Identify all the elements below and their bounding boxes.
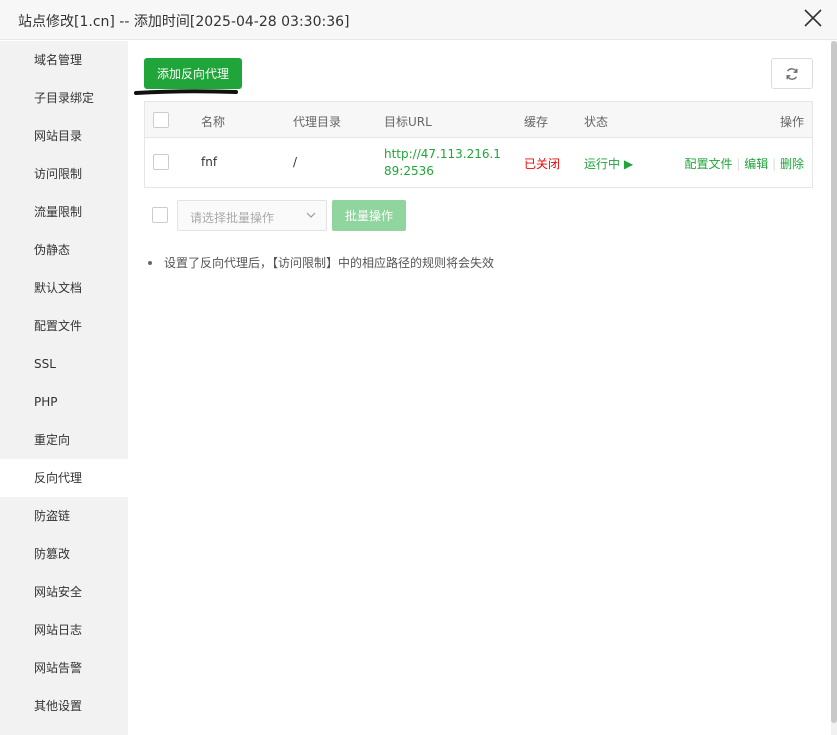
sidebar-item-other-settings[interactable]: 其他设置: [0, 687, 128, 725]
sidebar-item-traffic-limit[interactable]: 流量限制: [0, 193, 128, 231]
sidebar-item-rewrite[interactable]: 伪静态: [0, 231, 128, 269]
sidebar-item-reverse-proxy[interactable]: 反向代理: [0, 459, 128, 497]
header-name: 名称: [201, 115, 226, 129]
sidebar-item-access-limit[interactable]: 访问限制: [0, 155, 128, 193]
batch-select-all-checkbox[interactable]: [152, 207, 168, 223]
header-target-url: 目标URL: [384, 115, 432, 129]
row-target-url[interactable]: http://47.113.216.189:2536: [384, 146, 508, 180]
sidebar-item-security[interactable]: 网站安全: [0, 573, 128, 611]
batch-operation-button[interactable]: 批量操作: [332, 200, 406, 231]
chevron-down-icon: [306, 212, 316, 218]
header-status: 状态: [584, 115, 609, 129]
tip-text: 设置了反向代理后，【访问限制】中的相应路径的规则将会失效: [164, 256, 495, 270]
batch-operation-select[interactable]: 请选择批量操作: [177, 200, 327, 231]
select-all-checkbox[interactable]: [153, 112, 169, 128]
table-header: 名称 代理目录 目标URL 缓存 状态 操作: [145, 102, 812, 138]
sidebar-item-tamper[interactable]: 防篡改: [0, 535, 128, 573]
batch-select-placeholder: 请选择批量操作: [190, 211, 275, 225]
sidebar-item-logs[interactable]: 网站日志: [0, 611, 128, 649]
close-icon[interactable]: [801, 6, 825, 30]
row-operations: 配置文件 | 编辑 | 删除: [685, 155, 804, 172]
sidebar-item-hotlink[interactable]: 防盗链: [0, 497, 128, 535]
op-separator: |: [736, 157, 741, 171]
sidebar-item-subdir[interactable]: 子目录绑定: [0, 79, 128, 117]
op-separator: |: [772, 157, 777, 171]
proxy-table: 名称 代理目录 目标URL 缓存 状态 操作 fnf / http://47.1…: [144, 101, 813, 188]
config-file-link[interactable]: 配置文件: [685, 157, 733, 171]
edit-link[interactable]: 编辑: [744, 157, 768, 171]
sidebar-item-default-doc[interactable]: 默认文档: [0, 269, 128, 307]
add-reverse-proxy-button[interactable]: 添加反向代理: [144, 58, 242, 89]
row-name: fnf: [201, 155, 218, 169]
refresh-button[interactable]: [771, 58, 813, 89]
sidebar-item-ssl[interactable]: SSL: [0, 345, 128, 383]
sidebar-item-php[interactable]: PHP: [0, 383, 128, 421]
sidebar-item-alerts[interactable]: 网站告警: [0, 649, 128, 687]
annotation-underline: [134, 89, 238, 95]
sidebar-item-site-dir[interactable]: 网站目录: [0, 117, 128, 155]
sidebar: 域名管理 子目录绑定 网站目录 访问限制 流量限制 伪静态 默认文档 配置文件 …: [0, 41, 128, 735]
row-checkbox[interactable]: [153, 154, 169, 170]
header-proxy-dir: 代理目录: [293, 115, 342, 129]
table-row: fnf / http://47.113.216.189:2536 已关闭 运行中…: [145, 138, 812, 187]
title-bar: 站点修改[1.cn] -- 添加时间[2025-04-28 03:30:36]: [0, 0, 837, 40]
sidebar-item-domain[interactable]: 域名管理: [0, 41, 128, 79]
refresh-icon: [786, 68, 798, 80]
window-title: 站点修改[1.cn] -- 添加时间[2025-04-28 03:30:36]: [18, 14, 350, 30]
header-cache: 缓存: [524, 115, 549, 129]
bullet-icon: [148, 260, 152, 265]
main-panel: 添加反向代理 名称 代理目录 目标URL 缓存 状态 操作 fnf / http…: [128, 41, 837, 735]
tip-list: 设置了反向代理后，【访问限制】中的相应路径的规则将会失效: [148, 254, 494, 271]
delete-link[interactable]: 删除: [780, 157, 804, 171]
row-cache-status[interactable]: 已关闭: [524, 155, 560, 172]
sidebar-item-config-file[interactable]: 配置文件: [0, 307, 128, 345]
sidebar-item-redirect[interactable]: 重定向: [0, 421, 128, 459]
header-ops: 操作: [779, 115, 804, 129]
scrollbar-thumb[interactable]: [831, 41, 837, 723]
row-run-status[interactable]: 运行中 ▶: [584, 155, 633, 172]
scrollbar[interactable]: [831, 41, 837, 735]
row-proxy-dir: /: [293, 155, 298, 169]
